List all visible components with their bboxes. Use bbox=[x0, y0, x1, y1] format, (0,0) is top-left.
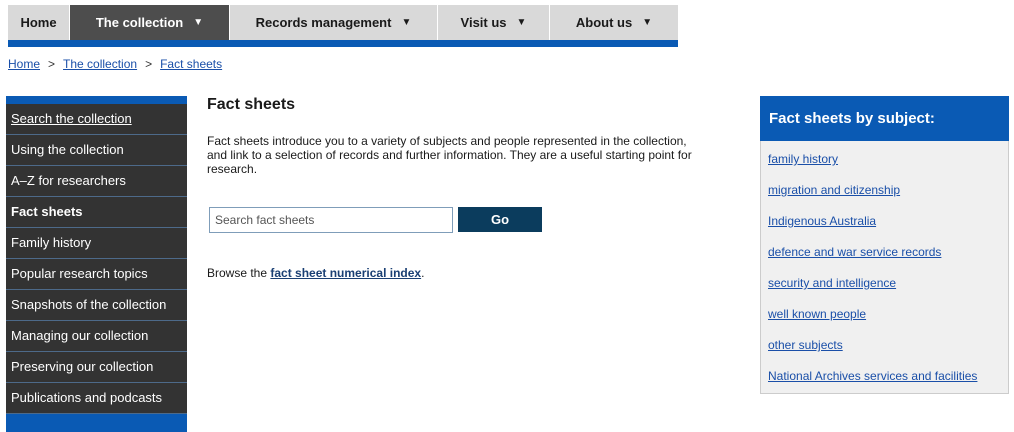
tab-the-collection-label: The collection bbox=[95, 15, 184, 30]
tab-about-us[interactable]: About us ▼ bbox=[550, 5, 678, 40]
numerical-index-link[interactable]: fact sheet numerical index bbox=[270, 266, 421, 280]
sidebar-item-using-the-collection[interactable]: Using the collection bbox=[6, 135, 187, 166]
sidebar: Search the collection Using the collecti… bbox=[6, 96, 187, 432]
sidebar-item-popular-research-topics[interactable]: Popular research topics bbox=[6, 259, 187, 290]
nav-tabs: Home The collection ▼ Records management… bbox=[8, 5, 678, 40]
tab-about-us-label: About us bbox=[575, 15, 633, 30]
browse-prefix: Browse the bbox=[207, 266, 271, 280]
breadcrumb-separator: > bbox=[145, 57, 153, 71]
tab-records-management[interactable]: Records management ▼ bbox=[230, 5, 438, 40]
tab-visit-us-label: Visit us bbox=[460, 15, 507, 30]
subject-link-security-and-intelligence[interactable]: security and intelligence bbox=[768, 276, 1008, 307]
sidebar-top-bar bbox=[6, 96, 187, 104]
search-input[interactable] bbox=[209, 207, 453, 233]
sidebar-item-fact-sheets[interactable]: Fact sheets bbox=[6, 197, 187, 228]
intro-text: Fact sheets introduce you to a variety o… bbox=[207, 134, 692, 176]
breadcrumb-the-collection[interactable]: The collection bbox=[63, 57, 137, 71]
breadcrumb: Home > The collection > Fact sheets bbox=[8, 57, 222, 71]
chevron-down-icon: ▼ bbox=[401, 17, 412, 28]
sidebar-item-preserving-our-collection[interactable]: Preserving our collection bbox=[6, 352, 187, 383]
sidebar-item-snapshots-of-the-collection[interactable]: Snapshots of the collection bbox=[6, 290, 187, 321]
sidebar-item-search-the-collection[interactable]: Search the collection bbox=[6, 104, 187, 135]
sidebar-bottom-bar bbox=[6, 414, 187, 432]
chevron-down-icon: ▼ bbox=[193, 17, 204, 28]
search-form: Go bbox=[209, 207, 542, 233]
chevron-down-icon: ▼ bbox=[642, 17, 653, 28]
chevron-down-icon: ▼ bbox=[516, 17, 527, 28]
subject-link-national-archives-services[interactable]: National Archives services and facilitie… bbox=[768, 369, 1008, 400]
breadcrumb-fact-sheets[interactable]: Fact sheets bbox=[160, 57, 222, 71]
subject-link-migration-and-citizenship[interactable]: migration and citizenship bbox=[768, 183, 1008, 214]
subject-panel-body: family history migration and citizenship… bbox=[760, 141, 1009, 394]
go-button[interactable]: Go bbox=[458, 207, 542, 232]
tab-home[interactable]: Home bbox=[8, 5, 70, 40]
sidebar-item-publications-and-podcasts[interactable]: Publications and podcasts bbox=[6, 383, 187, 414]
tab-records-management-label: Records management bbox=[255, 15, 392, 30]
browse-suffix: . bbox=[421, 266, 425, 280]
top-navigation: Home The collection ▼ Records management… bbox=[8, 5, 678, 47]
subject-link-well-known-people[interactable]: well known people bbox=[768, 307, 1008, 338]
subject-link-defence-and-war-service-records[interactable]: defence and war service records bbox=[768, 245, 1008, 276]
page-title: Fact sheets bbox=[207, 96, 296, 113]
subject-panel-title: Fact sheets by subject: bbox=[760, 96, 1009, 141]
sidebar-item-family-history[interactable]: Family history bbox=[6, 228, 187, 259]
tab-home-label: Home bbox=[20, 15, 57, 30]
breadcrumb-home[interactable]: Home bbox=[8, 57, 40, 71]
sidebar-item-a-z-for-researchers[interactable]: A–Z for researchers bbox=[6, 166, 187, 197]
subject-link-other-subjects[interactable]: other subjects bbox=[768, 338, 1008, 369]
subject-panel: Fact sheets by subject: family history m… bbox=[760, 96, 1009, 394]
browse-text: Browse the fact sheet numerical index. bbox=[207, 266, 424, 280]
subject-link-indigenous-australia[interactable]: Indigenous Australia bbox=[768, 214, 1008, 245]
tab-visit-us[interactable]: Visit us ▼ bbox=[438, 5, 550, 40]
tab-the-collection[interactable]: The collection ▼ bbox=[70, 5, 230, 40]
sidebar-item-managing-our-collection[interactable]: Managing our collection bbox=[6, 321, 187, 352]
breadcrumb-separator: > bbox=[48, 57, 56, 71]
subject-link-family-history[interactable]: family history bbox=[768, 152, 1008, 183]
nav-underline-bar bbox=[8, 40, 678, 47]
main-content: Fact sheets Fact sheets introduce you to… bbox=[207, 96, 707, 280]
